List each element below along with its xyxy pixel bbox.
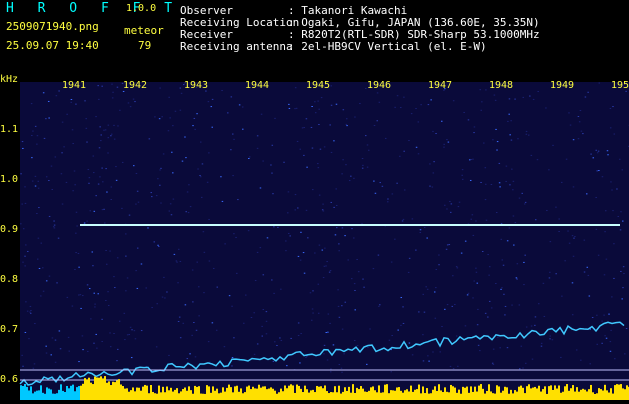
meteor-count: 79 [138, 40, 151, 52]
meteor-label: meteor [124, 25, 164, 37]
x-tick-label: 1950 [611, 80, 629, 91]
spectrogram-panel: kHz 1941 1942 1943 1944 1945 1946 1947 1948 1949… [0, 72, 629, 400]
x-tick-label: 1948 [489, 80, 513, 91]
file-name: 2509071940.png [6, 21, 99, 33]
antenna-label: Receiving antenna [180, 41, 293, 53]
x-tick-label: 1943 [184, 80, 208, 91]
app-version: 1.0.0 [126, 3, 156, 14]
x-tick-label: 1944 [245, 80, 269, 91]
y-tick-label: 1.1 [0, 124, 18, 135]
y-unit-label: kHz [0, 74, 18, 85]
x-tick-label: 1947 [428, 80, 452, 91]
y-tick-label: 0.8 [0, 274, 18, 285]
antenna-value: : 2el-HB9CV Vertical (el. E-W) [288, 41, 487, 53]
x-tick-label: 1945 [306, 80, 330, 91]
file-datetime: 25.09.07 19:40 [6, 40, 99, 52]
x-tick-label: 1941 [62, 80, 86, 91]
spectrogram-image [0, 72, 629, 400]
x-tick-label: 1946 [367, 80, 391, 91]
x-tick-label: 1942 [123, 80, 147, 91]
y-tick-label: 0.9 [0, 224, 18, 235]
header-panel: H R O F F T 1.0.0 2509071940.png meteor … [0, 0, 629, 72]
y-tick-label: 0.7 [0, 324, 18, 335]
x-tick-label: 1949 [550, 80, 574, 91]
y-tick-label: 1.0 [0, 174, 18, 185]
y-tick-label: 0.6 [0, 374, 18, 385]
